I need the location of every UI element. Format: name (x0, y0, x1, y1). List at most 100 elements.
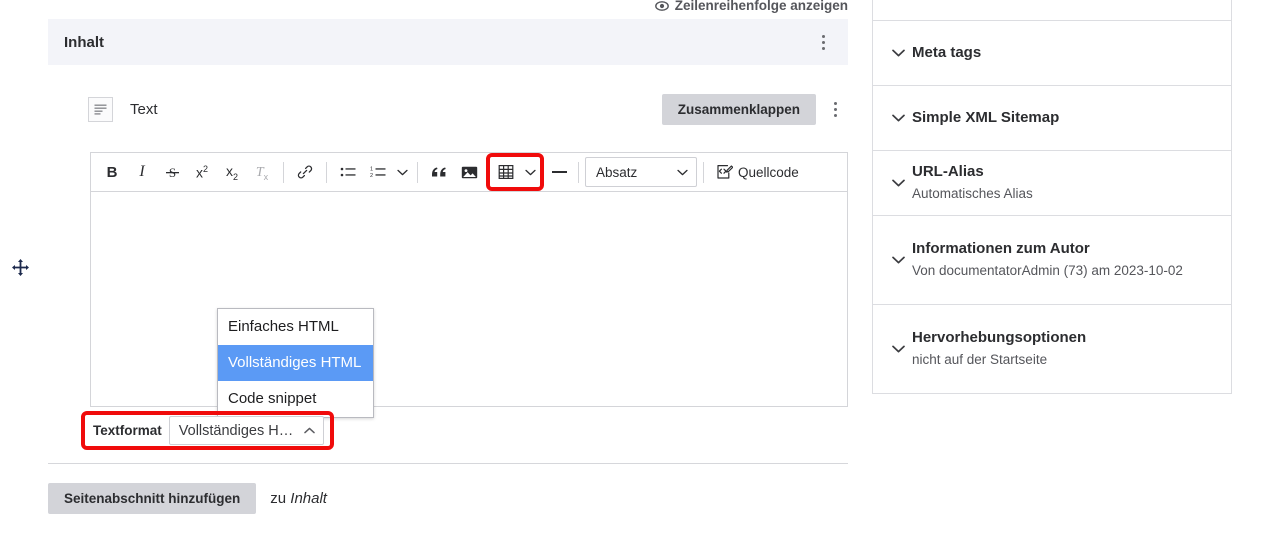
collapse-button[interactable]: Zusammenklappen (661, 93, 816, 125)
numbered-list-button[interactable]: 1 2 (363, 157, 393, 188)
editor-content-area[interactable] (91, 192, 847, 406)
superscript-glyph: x2 (195, 163, 208, 181)
toolbar-separator (417, 161, 418, 183)
chevron-down-icon (887, 49, 909, 57)
subscript-button[interactable]: x2 (217, 157, 247, 188)
add-section-target: Inhalt (290, 490, 327, 507)
dot (821, 40, 825, 44)
toolbar-separator (326, 161, 327, 183)
superscript-button[interactable]: x2 (187, 157, 217, 188)
remove-format-button[interactable]: Tx (247, 157, 277, 188)
sidebar-item-title: Informationen zum Autor (912, 240, 1090, 257)
blockquote-button[interactable] (424, 157, 454, 188)
editor-toolbar: B I S x2 x2 Tx 1 2 Absatz Quellcode (91, 153, 847, 192)
sidebar-item-title: Meta tags (912, 44, 982, 61)
chevron-down-icon (524, 169, 536, 175)
move-arrows-icon (11, 258, 29, 276)
chevron-up-icon (304, 427, 315, 434)
add-section-suffix: zu Inhalt (270, 490, 327, 507)
text-format-option-vollstaendiges-html[interactable]: Vollständiges HTML (218, 345, 373, 381)
dot (821, 46, 825, 50)
rich-text-editor: B I S x2 x2 Tx 1 2 Absatz Quellcode (90, 152, 848, 407)
sidebar-item-subtitle: Von documentatorAdmin (73) am 2023-10-02 (912, 263, 1183, 278)
sidebar-item-simple-xml-sitemap[interactable]: Simple XML Sitemap (873, 85, 1231, 150)
link-button[interactable] (290, 157, 320, 188)
sidebar-item-promotion-options[interactable]: Hervorhebungsoptionen nicht auf der Star… (873, 304, 1231, 393)
toolbar-separator (578, 161, 579, 183)
bulleted-list-icon (340, 167, 356, 177)
remove-format-glyph: Tx (255, 164, 269, 182)
paragraph-context-menu-button[interactable] (822, 94, 848, 124)
sidebar-item-title: Hervorhebungsoptionen (912, 329, 1087, 346)
sidebar-item-text: Meta tags (912, 43, 981, 63)
table-options-dropdown-button[interactable] (521, 157, 539, 188)
subscript-glyph: x2 (225, 162, 238, 182)
svg-text:1: 1 (370, 167, 373, 173)
paragraph-style-select[interactable]: Absatz (585, 157, 697, 187)
sidebar-item-url-alias[interactable]: URL-Alias Automatisches Alias (873, 150, 1231, 215)
dot (821, 34, 825, 38)
text-format-label: Textformat (93, 423, 162, 438)
show-row-order-link[interactable]: Zeilenreihenfolge anzeigen (654, 0, 848, 13)
dot (833, 107, 837, 111)
source-code-label: Quellcode (738, 164, 799, 180)
table-icon (498, 165, 514, 180)
chevron-down-icon (887, 114, 909, 122)
chevron-down-icon (396, 169, 408, 175)
section-context-menu-button[interactable] (810, 27, 836, 57)
show-row-order-label: Zeilenreihenfolge anzeigen (674, 0, 848, 13)
strikethrough-button[interactable]: S (157, 157, 187, 188)
text-lines-icon (88, 96, 113, 122)
sidebar-item-text: URL-Alias Automatisches Alias (912, 162, 1033, 204)
sidebar-item-subtitle: nicht auf der Startseite (912, 352, 1048, 367)
insert-table-button[interactable] (491, 157, 521, 188)
text-format-option-einfaches-html[interactable]: Einfaches HTML (218, 309, 373, 345)
sidebar-item-text: Simple XML Sitemap (912, 108, 1059, 128)
add-section-button[interactable]: Seitenabschnitt hinzufügen (48, 483, 257, 514)
section-title: Inhalt (64, 33, 104, 51)
horizontal-rule-icon (551, 171, 567, 173)
main-content-column: Zeilenreihenfolge anzeigen Inhalt Text Z… (11, 0, 848, 534)
sidebar-item-subtitle: Automatisches Alias (912, 186, 1033, 201)
bold-button[interactable]: B (97, 157, 127, 188)
chevron-down-icon (887, 179, 909, 187)
strikethrough-icon: S (165, 165, 179, 180)
chevron-down-icon (677, 169, 688, 175)
insert-table-highlight-box (486, 153, 544, 191)
sidebar-item-title: URL-Alias (912, 163, 984, 180)
bulleted-list-button[interactable] (333, 157, 363, 188)
dot (833, 113, 837, 117)
text-format-selected-value: Vollständiges H… (178, 422, 294, 439)
sidebar-top-spacer (873, 0, 1231, 20)
add-section-row: Seitenabschnitt hinzufügen zu Inhalt (48, 483, 327, 514)
chevron-down-icon (887, 345, 909, 353)
sidebar-item-text: Hervorhebungsoptionen nicht auf der Star… (912, 328, 1086, 370)
paragraph-row-text: Text Zusammenklappen (88, 92, 848, 126)
sidebar-item-meta-tags[interactable]: Meta tags (873, 20, 1231, 85)
source-code-button[interactable]: Quellcode (710, 157, 805, 188)
text-format-highlight-box: Textformat Vollständiges H… (81, 411, 334, 450)
chevron-down-icon (887, 256, 909, 264)
eye-icon (654, 0, 669, 11)
quote-icon (431, 167, 446, 177)
section-divider (48, 463, 848, 464)
horizontal-rule-button[interactable] (546, 157, 572, 188)
right-sidebar: Meta tags Simple XML Sitemap URL-Alias A… (872, 0, 1232, 394)
italic-button[interactable]: I (127, 157, 157, 188)
paragraph-type-label: Text (130, 100, 158, 118)
add-section-suffix-word: zu (270, 490, 287, 507)
insert-image-button[interactable] (454, 157, 484, 188)
toolbar-separator (703, 161, 704, 183)
list-options-dropdown-button[interactable] (393, 157, 411, 188)
sidebar-item-title: Simple XML Sitemap (912, 109, 1060, 126)
numbered-list-icon: 1 2 (370, 167, 386, 179)
section-header-inhalt: Inhalt (48, 19, 848, 65)
dot (833, 101, 837, 105)
sidebar-item-author-information[interactable]: Informationen zum Autor Von documentator… (873, 215, 1231, 304)
text-format-select[interactable]: Vollständiges H… (168, 416, 324, 445)
source-code-icon (717, 165, 733, 179)
image-icon (461, 166, 477, 178)
text-format-options-list: Einfaches HTML Vollständiges HTML Code s… (217, 308, 374, 418)
sidebar-item-text: Informationen zum Autor Von documentator… (912, 239, 1183, 281)
drag-move-handle[interactable] (8, 255, 32, 279)
